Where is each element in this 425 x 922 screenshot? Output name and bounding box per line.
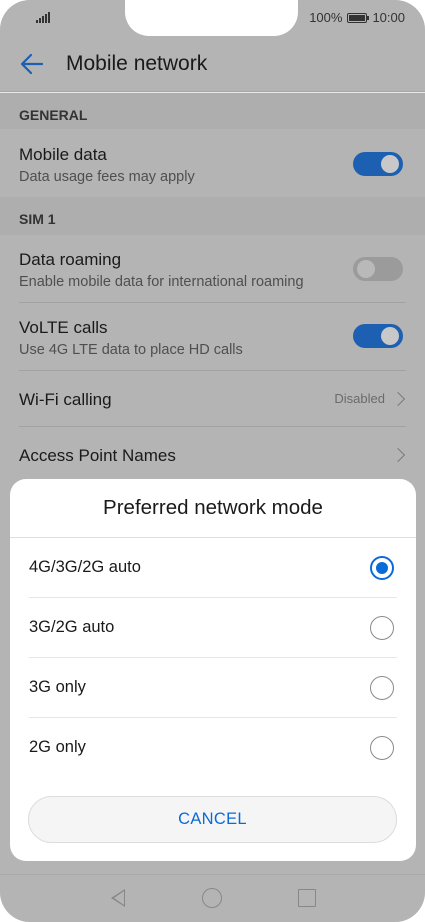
setting-subtitle: Data usage fees may apply bbox=[19, 169, 195, 185]
preferred-network-mode-dialog: Preferred network mode 4G/3G/2G auto 3G/… bbox=[10, 479, 416, 861]
screen: 100% 10:00 Mobile network GENERAL Mobile… bbox=[0, 0, 425, 922]
chevron-right-icon bbox=[390, 447, 406, 463]
setting-title: VoLTE calls bbox=[19, 318, 108, 337]
option-2g-only[interactable]: 2G only bbox=[10, 718, 416, 778]
circle-home-icon[interactable] bbox=[202, 888, 222, 908]
wifi-calling-status: Disabled bbox=[334, 391, 385, 406]
section-header-general: GENERAL bbox=[0, 93, 425, 129]
clock: 10:00 bbox=[372, 10, 405, 25]
arrow-left-icon[interactable] bbox=[18, 50, 46, 78]
data-roaming-toggle[interactable] bbox=[353, 257, 403, 281]
display-notch bbox=[125, 0, 298, 36]
setting-wifi-calling[interactable]: Wi-Fi calling Disabled bbox=[0, 371, 425, 427]
mobile-data-toggle[interactable] bbox=[353, 152, 403, 176]
option-label: 2G only bbox=[29, 738, 86, 756]
signal-icon bbox=[36, 11, 50, 23]
setting-subtitle: Use 4G LTE data to place HD calls bbox=[19, 342, 243, 358]
setting-title: Wi-Fi calling bbox=[19, 390, 112, 409]
option-3g-only[interactable]: 3G only bbox=[10, 658, 416, 718]
radio-unselected-icon[interactable] bbox=[370, 676, 394, 700]
option-label: 4G/3G/2G auto bbox=[29, 558, 141, 576]
setting-data-roaming[interactable]: Data roaming Enable mobile data for inte… bbox=[0, 235, 425, 303]
option-label: 3G only bbox=[29, 678, 86, 696]
app-bar: Mobile network bbox=[0, 38, 425, 92]
setting-title: Data roaming bbox=[19, 250, 122, 269]
cancel-button[interactable]: CANCEL bbox=[28, 796, 397, 843]
setting-mobile-data[interactable]: Mobile data Data usage fees may apply bbox=[0, 129, 425, 197]
phone-frame: 100% 10:00 Mobile network GENERAL Mobile… bbox=[0, 0, 425, 922]
toggle-knob bbox=[357, 260, 375, 278]
status-bar: 100% 10:00 bbox=[0, 0, 425, 38]
battery-icon bbox=[347, 12, 370, 23]
setting-volte-calls[interactable]: VoLTE calls Use 4G LTE data to place HD … bbox=[0, 303, 425, 371]
square-recents-icon[interactable] bbox=[298, 889, 316, 907]
chevron-right-icon bbox=[390, 391, 406, 407]
setting-title: Access Point Names bbox=[19, 446, 176, 465]
section-header-sim1: SIM 1 bbox=[0, 197, 425, 235]
option-3g-2g-auto[interactable]: 3G/2G auto bbox=[10, 598, 416, 658]
triangle-back-icon-fill bbox=[114, 891, 124, 905]
battery-percent: 100% bbox=[309, 10, 343, 25]
toggle-knob bbox=[381, 327, 399, 345]
option-4g-3g-2g-auto[interactable]: 4G/3G/2G auto bbox=[10, 538, 416, 598]
page-title: Mobile network bbox=[66, 52, 208, 75]
radio-unselected-icon[interactable] bbox=[370, 736, 394, 760]
radio-selected-icon[interactable] bbox=[370, 556, 394, 580]
navigation-bar bbox=[0, 874, 425, 922]
radio-unselected-icon[interactable] bbox=[370, 616, 394, 640]
volte-calls-toggle[interactable] bbox=[353, 324, 403, 348]
status-right: 100% 10:00 bbox=[309, 10, 405, 25]
toggle-knob bbox=[381, 155, 399, 173]
option-label: 3G/2G auto bbox=[29, 618, 115, 636]
dialog-title: Preferred network mode bbox=[103, 496, 323, 519]
setting-title: Mobile data bbox=[19, 145, 107, 164]
setting-subtitle: Enable mobile data for international roa… bbox=[19, 274, 304, 290]
